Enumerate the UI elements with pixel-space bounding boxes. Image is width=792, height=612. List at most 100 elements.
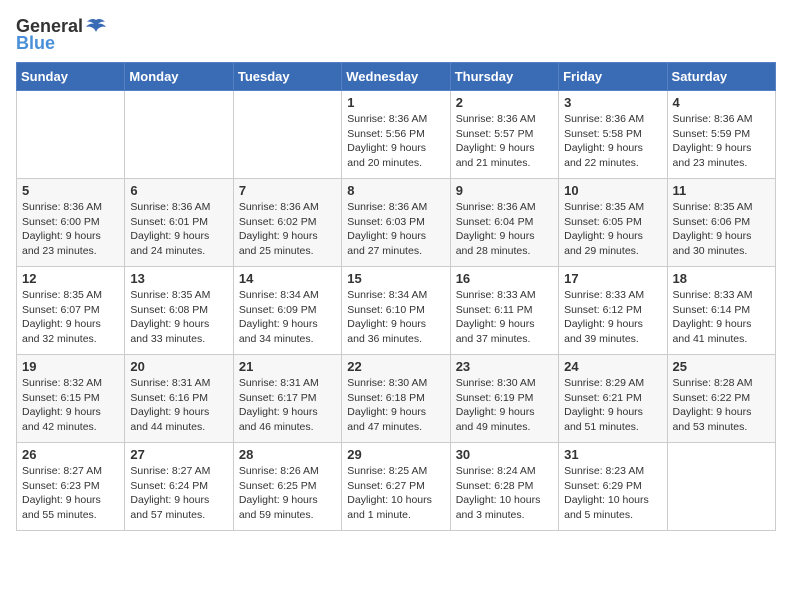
day-number: 2 xyxy=(456,95,553,110)
calendar-week-4: 19 Sunrise: 8:32 AMSunset: 6:15 PMDayligh… xyxy=(17,355,776,443)
calendar-cell: 14 Sunrise: 8:34 AMSunset: 6:09 PMDayligh… xyxy=(233,267,341,355)
day-info: Sunrise: 8:27 AMSunset: 6:24 PMDaylight:… xyxy=(130,464,227,523)
day-number: 13 xyxy=(130,271,227,286)
day-number: 9 xyxy=(456,183,553,198)
day-info: Sunrise: 8:30 AMSunset: 6:18 PMDaylight:… xyxy=(347,376,444,435)
day-number: 7 xyxy=(239,183,336,198)
calendar-cell: 31 Sunrise: 8:23 AMSunset: 6:29 PMDayligh… xyxy=(559,443,667,531)
calendar-cell: 25 Sunrise: 8:28 AMSunset: 6:22 PMDayligh… xyxy=(667,355,775,443)
day-number: 30 xyxy=(456,447,553,462)
day-number: 22 xyxy=(347,359,444,374)
day-info: Sunrise: 8:36 AMSunset: 6:00 PMDaylight:… xyxy=(22,200,119,259)
day-info: Sunrise: 8:35 AMSunset: 6:05 PMDaylight:… xyxy=(564,200,661,259)
day-info: Sunrise: 8:29 AMSunset: 6:21 PMDaylight:… xyxy=(564,376,661,435)
calendar-cell: 27 Sunrise: 8:27 AMSunset: 6:24 PMDayligh… xyxy=(125,443,233,531)
day-number: 31 xyxy=(564,447,661,462)
day-number: 15 xyxy=(347,271,444,286)
weekday-header-wednesday: Wednesday xyxy=(342,63,450,91)
calendar-cell: 28Sunrise: 8:26 AMSunset: 6:25 PMDayligh… xyxy=(233,443,341,531)
calendar-cell: 15 Sunrise: 8:34 AMSunset: 6:10 PMDayligh… xyxy=(342,267,450,355)
day-info: Sunrise: 8:30 AMSunset: 6:19 PMDaylight:… xyxy=(456,376,553,435)
day-number: 16 xyxy=(456,271,553,286)
calendar-cell: 18 Sunrise: 8:33 AMSunset: 6:14 PMDayligh… xyxy=(667,267,775,355)
weekday-header-monday: Monday xyxy=(125,63,233,91)
day-number: 1 xyxy=(347,95,444,110)
day-info: Sunrise: 8:33 AMSunset: 6:12 PMDaylight:… xyxy=(564,288,661,347)
calendar-cell: 21 Sunrise: 8:31 AMSunset: 6:17 PMDayligh… xyxy=(233,355,341,443)
calendar-cell xyxy=(125,91,233,179)
day-info: Sunrise: 8:33 AMSunset: 6:11 PMDaylight:… xyxy=(456,288,553,347)
day-info: Sunrise: 8:24 AMSunset: 6:28 PMDaylight:… xyxy=(456,464,553,523)
calendar-cell: 24Sunrise: 8:29 AMSunset: 6:21 PMDayligh… xyxy=(559,355,667,443)
day-info: Sunrise: 8:36 AMSunset: 5:59 PMDaylight:… xyxy=(673,112,770,171)
day-info: Sunrise: 8:36 AMSunset: 6:01 PMDaylight:… xyxy=(130,200,227,259)
day-number: 29 xyxy=(347,447,444,462)
calendar-cell: 13 Sunrise: 8:35 AMSunset: 6:08 PMDayligh… xyxy=(125,267,233,355)
day-info: Sunrise: 8:31 AMSunset: 6:17 PMDaylight:… xyxy=(239,376,336,435)
calendar-cell: 5 Sunrise: 8:36 AMSunset: 6:00 PMDaylight… xyxy=(17,179,125,267)
calendar-week-2: 5 Sunrise: 8:36 AMSunset: 6:00 PMDaylight… xyxy=(17,179,776,267)
day-number: 3 xyxy=(564,95,661,110)
calendar-cell: 11Sunrise: 8:35 AMSunset: 6:06 PMDayligh… xyxy=(667,179,775,267)
day-info: Sunrise: 8:36 AMSunset: 5:57 PMDaylight:… xyxy=(456,112,553,171)
day-info: Sunrise: 8:32 AMSunset: 6:15 PMDaylight:… xyxy=(22,376,119,435)
calendar-cell: 23 Sunrise: 8:30 AMSunset: 6:19 PMDayligh… xyxy=(450,355,558,443)
day-info: Sunrise: 8:34 AMSunset: 6:09 PMDaylight:… xyxy=(239,288,336,347)
calendar-cell xyxy=(233,91,341,179)
day-number: 11 xyxy=(673,183,770,198)
day-number: 21 xyxy=(239,359,336,374)
day-number: 14 xyxy=(239,271,336,286)
day-info: Sunrise: 8:35 AMSunset: 6:08 PMDaylight:… xyxy=(130,288,227,347)
weekday-header-row: SundayMondayTuesdayWednesdayThursdayFrid… xyxy=(17,63,776,91)
calendar-week-1: 1 Sunrise: 8:36 AMSunset: 5:56 PMDaylight… xyxy=(17,91,776,179)
calendar-cell: 22 Sunrise: 8:30 AMSunset: 6:18 PMDayligh… xyxy=(342,355,450,443)
calendar-cell: 3 Sunrise: 8:36 AMSunset: 5:58 PMDaylight… xyxy=(559,91,667,179)
day-info: Sunrise: 8:36 AMSunset: 5:56 PMDaylight:… xyxy=(347,112,444,171)
day-number: 5 xyxy=(22,183,119,198)
logo-blue: Blue xyxy=(16,33,55,54)
weekday-header-tuesday: Tuesday xyxy=(233,63,341,91)
weekday-header-friday: Friday xyxy=(559,63,667,91)
calendar-cell: 4 Sunrise: 8:36 AMSunset: 5:59 PMDaylight… xyxy=(667,91,775,179)
day-info: Sunrise: 8:25 AMSunset: 6:27 PMDaylight:… xyxy=(347,464,444,523)
day-info: Sunrise: 8:27 AMSunset: 6:23 PMDaylight:… xyxy=(22,464,119,523)
logo: General Blue xyxy=(16,16,107,54)
day-info: Sunrise: 8:34 AMSunset: 6:10 PMDaylight:… xyxy=(347,288,444,347)
day-info: Sunrise: 8:23 AMSunset: 6:29 PMDaylight:… xyxy=(564,464,661,523)
day-number: 23 xyxy=(456,359,553,374)
calendar-cell: 7 Sunrise: 8:36 AMSunset: 6:02 PMDaylight… xyxy=(233,179,341,267)
calendar-cell: 26 Sunrise: 8:27 AMSunset: 6:23 PMDayligh… xyxy=(17,443,125,531)
calendar-cell xyxy=(667,443,775,531)
calendar-cell: 6 Sunrise: 8:36 AMSunset: 6:01 PMDaylight… xyxy=(125,179,233,267)
day-number: 26 xyxy=(22,447,119,462)
day-number: 6 xyxy=(130,183,227,198)
calendar-cell: 16 Sunrise: 8:33 AMSunset: 6:11 PMDayligh… xyxy=(450,267,558,355)
day-info: Sunrise: 8:36 AMSunset: 6:04 PMDaylight:… xyxy=(456,200,553,259)
day-number: 19 xyxy=(22,359,119,374)
day-number: 18 xyxy=(673,271,770,286)
calendar-cell: 8Sunrise: 8:36 AMSunset: 6:03 PMDaylight… xyxy=(342,179,450,267)
calendar-cell: 17 Sunrise: 8:33 AMSunset: 6:12 PMDayligh… xyxy=(559,267,667,355)
day-number: 17 xyxy=(564,271,661,286)
calendar-cell xyxy=(17,91,125,179)
logo-bird-icon xyxy=(85,18,107,36)
day-info: Sunrise: 8:33 AMSunset: 6:14 PMDaylight:… xyxy=(673,288,770,347)
calendar-cell: 9 Sunrise: 8:36 AMSunset: 6:04 PMDaylight… xyxy=(450,179,558,267)
weekday-header-sunday: Sunday xyxy=(17,63,125,91)
day-info: Sunrise: 8:28 AMSunset: 6:22 PMDaylight:… xyxy=(673,376,770,435)
weekday-header-thursday: Thursday xyxy=(450,63,558,91)
day-info: Sunrise: 8:35 AMSunset: 6:07 PMDaylight:… xyxy=(22,288,119,347)
calendar-cell: 19 Sunrise: 8:32 AMSunset: 6:15 PMDayligh… xyxy=(17,355,125,443)
day-number: 4 xyxy=(673,95,770,110)
day-number: 12 xyxy=(22,271,119,286)
day-info: Sunrise: 8:26 AMSunset: 6:25 PMDaylight:… xyxy=(239,464,336,523)
day-number: 27 xyxy=(130,447,227,462)
calendar-week-5: 26 Sunrise: 8:27 AMSunset: 6:23 PMDayligh… xyxy=(17,443,776,531)
day-info: Sunrise: 8:36 AMSunset: 5:58 PMDaylight:… xyxy=(564,112,661,171)
calendar-cell: 29 Sunrise: 8:25 AMSunset: 6:27 PMDayligh… xyxy=(342,443,450,531)
day-info: Sunrise: 8:31 AMSunset: 6:16 PMDaylight:… xyxy=(130,376,227,435)
day-info: Sunrise: 8:36 AMSunset: 6:02 PMDaylight:… xyxy=(239,200,336,259)
day-info: Sunrise: 8:36 AMSunset: 6:03 PMDaylight:… xyxy=(347,200,444,259)
day-number: 25 xyxy=(673,359,770,374)
day-number: 20 xyxy=(130,359,227,374)
